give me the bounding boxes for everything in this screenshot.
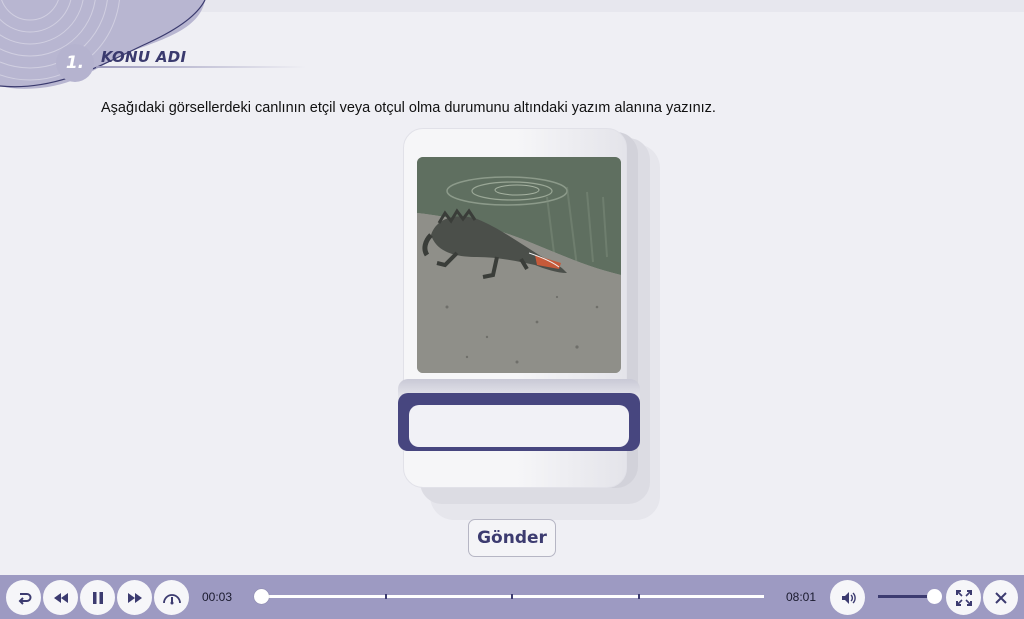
volume-fill	[878, 595, 934, 598]
fast-forward-button[interactable]	[117, 580, 152, 615]
topic-title: KONU ADI	[101, 48, 187, 66]
chapter-tick	[511, 594, 513, 599]
answer-input[interactable]	[409, 405, 629, 447]
replay-button[interactable]	[6, 580, 41, 615]
total-time: 08:01	[786, 590, 817, 604]
progress-bar[interactable]	[254, 589, 764, 604]
answer-band	[398, 379, 640, 451]
card-body	[398, 128, 640, 488]
fullscreen-icon	[955, 589, 972, 606]
playback-speed-button[interactable]	[154, 580, 189, 615]
current-time: 00:03	[202, 590, 233, 604]
chapter-tick	[637, 594, 640, 599]
fast-forward-icon	[127, 592, 142, 603]
close-button[interactable]	[983, 580, 1018, 615]
volume-button[interactable]	[830, 580, 865, 615]
fullscreen-button[interactable]	[946, 580, 981, 615]
topic-number-badge: 1.	[56, 44, 94, 82]
volume-handle[interactable]	[927, 589, 942, 604]
rewind-icon	[53, 592, 68, 603]
media-control-bar: 00:03 08:01	[0, 575, 1024, 619]
volume-icon	[841, 591, 856, 604]
progress-handle[interactable]	[254, 589, 270, 604]
volume-slider[interactable]	[878, 589, 942, 604]
crocodile-image	[417, 157, 621, 373]
replay-icon	[18, 592, 31, 605]
speed-icon	[162, 593, 181, 604]
corner-decoration	[0, 0, 206, 89]
rewind-button[interactable]	[43, 580, 78, 615]
chapter-tick	[384, 594, 387, 599]
pause-icon	[92, 591, 103, 604]
topic-underline	[96, 66, 306, 68]
instruction-text: Aşağıdaki görsellerdeki canlının etçil v…	[101, 100, 716, 116]
pause-button[interactable]	[80, 580, 115, 615]
question-card	[398, 128, 660, 520]
close-icon	[994, 591, 1007, 604]
submit-button[interactable]: Gönder	[468, 519, 556, 557]
